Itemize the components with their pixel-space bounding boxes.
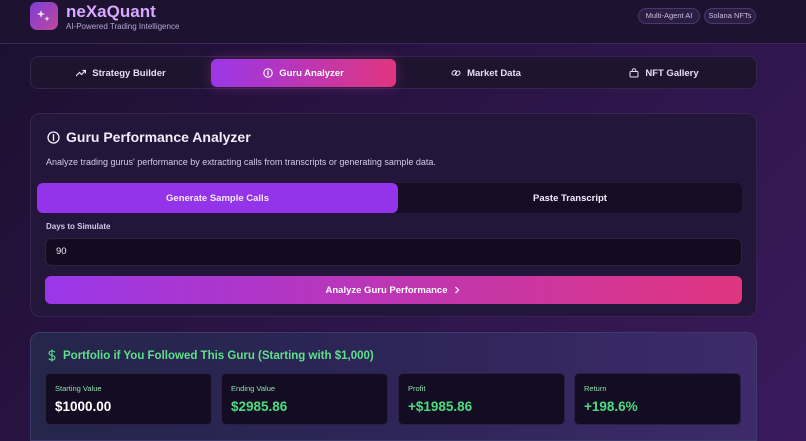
tab-strategy-builder[interactable]: Strategy Builder (33, 59, 209, 87)
generate-sample-calls-button[interactable]: Generate Sample Calls (37, 183, 398, 213)
info-icon (47, 130, 60, 144)
shopping-bag-icon (629, 68, 639, 78)
sparkles-icon (37, 10, 50, 22)
stat-return: Return +198.6% (574, 373, 741, 425)
stat-ending-value: Ending Value $2985.86 (221, 373, 388, 425)
chevron-right-icon (455, 286, 460, 294)
badge-solana-nfts: Solana NFTs (704, 8, 756, 24)
stat-profit: Profit +$1985.86 (398, 373, 565, 425)
app-header: neXaQuant AI-Powered Trading Intelligenc… (0, 0, 806, 44)
days-input[interactable]: 90 (45, 238, 742, 266)
main-tabs: Strategy Builder Guru Analyzer Market Da… (30, 56, 757, 89)
info-icon (263, 68, 273, 78)
mode-toggle: Generate Sample Calls Paste Transcript (37, 183, 742, 213)
tab-label: NFT Gallery (645, 67, 699, 79)
stat-value: +$1985.86 (408, 399, 473, 414)
stat-label: Return (584, 384, 607, 393)
portfolio-title: Portfolio if You Followed This Guru (Sta… (47, 349, 374, 362)
tab-market-data[interactable]: Market Data (398, 59, 574, 87)
guru-analyzer-panel: Guru Performance Analyzer Analyze tradin… (30, 113, 757, 317)
tab-label: Strategy Builder (92, 67, 166, 79)
stat-label: Starting Value (55, 384, 102, 393)
stat-label: Profit (408, 384, 426, 393)
tab-nft-gallery[interactable]: NFT Gallery (576, 59, 752, 87)
stat-value: $1000.00 (55, 399, 112, 414)
dollar-icon (48, 349, 56, 362)
paste-transcript-button[interactable]: Paste Transcript (398, 183, 742, 213)
analyze-button-label: Analyze Guru Performance (325, 284, 448, 296)
panel-title-text: Guru Performance Analyzer (66, 129, 251, 145)
analyze-button[interactable]: Analyze Guru Performance (45, 276, 742, 304)
tab-label: Market Data (467, 67, 521, 79)
tab-label: Guru Analyzer (279, 67, 344, 79)
days-label: Days to Simulate (46, 222, 111, 231)
badge-multi-agent: Multi-Agent AI (638, 8, 700, 24)
tab-guru-analyzer[interactable]: Guru Analyzer (211, 59, 396, 87)
stat-value: $2985.86 (231, 399, 288, 414)
app-tagline: AI-Powered Trading Intelligence (66, 22, 180, 31)
stat-starting-value: Starting Value $1000.00 (45, 373, 212, 425)
link-icon (451, 70, 461, 76)
stat-value: +198.6% (584, 399, 638, 414)
stat-label: Ending Value (231, 384, 276, 393)
trend-up-icon (76, 69, 87, 77)
portfolio-summary: Portfolio if You Followed This Guru (Sta… (30, 332, 757, 441)
panel-title: Guru Performance Analyzer (47, 129, 251, 145)
panel-description: Analyze trading gurus' performance by ex… (46, 157, 436, 167)
app-name: neXaQuant (66, 2, 156, 21)
app-logo[interactable] (30, 2, 58, 30)
portfolio-title-text: Portfolio if You Followed This Guru (Sta… (63, 349, 374, 362)
